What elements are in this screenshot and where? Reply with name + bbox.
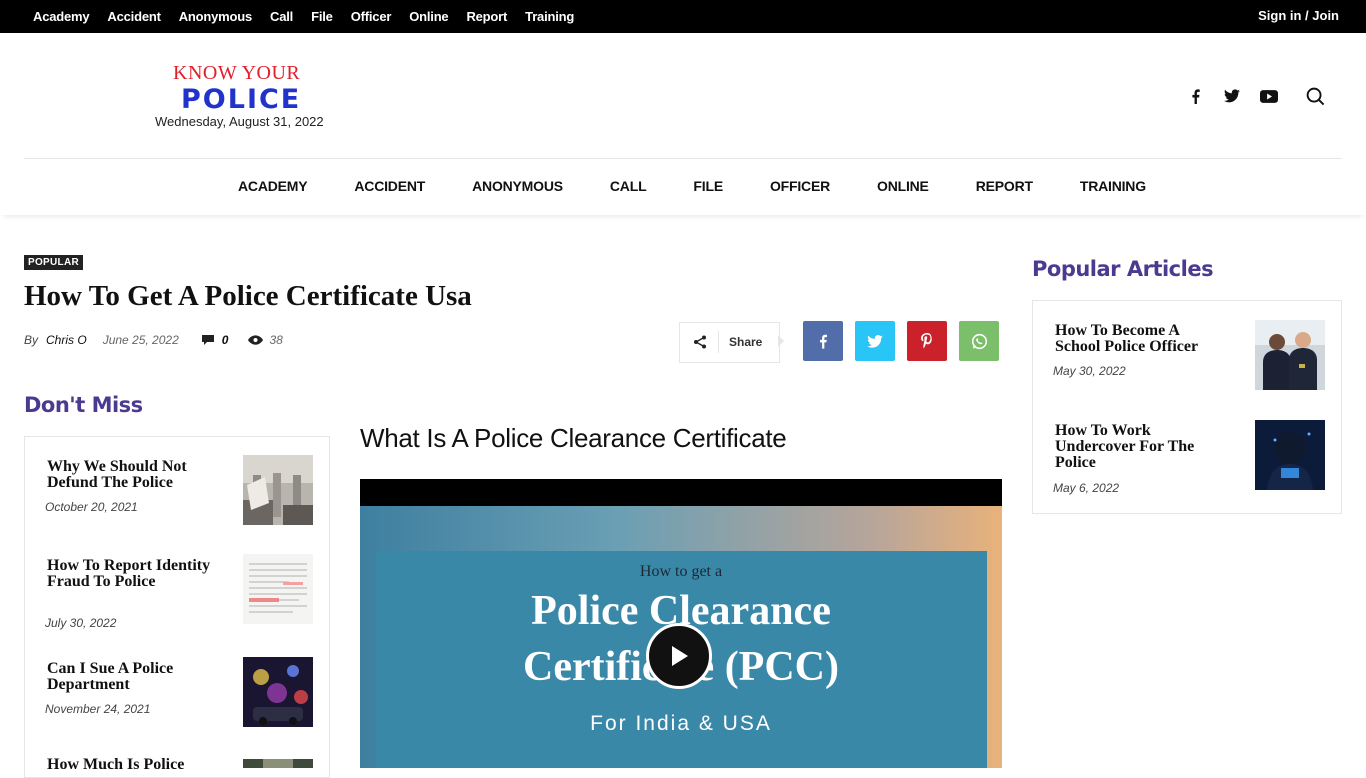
top-bar: Academy Accident Anonymous Call File Off… [0,0,1366,33]
by-label: By [24,333,39,347]
article-subheading: What Is A Police Clearance Certificate [360,423,787,453]
dont-miss-item-title[interactable]: How To Report Identity Fraud To Police [47,558,217,590]
article-title: How To Get A Police Certificate Usa [24,280,472,312]
popular-item-title[interactable]: How To Work Undercover For The Police [1055,423,1225,471]
share-box[interactable]: Share [679,322,780,363]
protest-thumbnail[interactable] [243,455,313,525]
category-badge[interactable]: POPULAR [24,255,83,270]
article-date: June 25, 2022 [102,333,179,347]
share-whatsapp-button[interactable] [959,321,999,361]
header-date: Wednesday, August 31, 2022 [155,114,324,129]
comment-icon[interactable] [201,335,214,345]
dont-miss-item-date: October 20, 2021 [45,500,138,514]
popular-item-title[interactable]: How To Become A School Police Officer [1055,323,1225,355]
top-nav-accident[interactable]: Accident [107,9,161,24]
nav-accident[interactable]: ACCIDENT [354,178,425,194]
video-text-line1: How to get a [639,563,723,580]
play-button-icon[interactable] [646,623,712,689]
dont-miss-item-date: November 24, 2021 [45,702,151,716]
dont-miss-heading: Don't Miss [24,393,143,417]
dont-miss-item-title[interactable]: Can I Sue A Police Department [47,661,217,693]
top-nav-academy[interactable]: Academy [33,9,90,24]
article-meta: By Chris O June 25, 2022 0 38 [24,333,283,347]
popular-item-date: May 30, 2022 [1053,364,1126,378]
top-nav-call[interactable]: Call [270,9,293,24]
share-arrow [778,335,784,347]
share-pinterest-button[interactable] [907,321,947,361]
street-thumbnail[interactable] [243,757,313,768]
top-nav-file[interactable]: File [311,9,333,24]
dont-miss-item-title[interactable]: How Much Is Police [47,757,217,773]
top-nav: Academy Accident Anonymous Call File Off… [33,0,574,33]
video-text-line4: For India & USA [590,712,772,735]
nav-officer[interactable]: OFFICER [770,178,830,194]
nav-academy[interactable]: ACADEMY [238,178,308,194]
view-count: 38 [269,333,283,347]
twitter-icon[interactable] [1222,86,1242,106]
top-nav-officer[interactable]: Officer [351,9,392,24]
top-nav-training[interactable]: Training [525,9,574,24]
top-nav-anonymous[interactable]: Anonymous [179,9,253,24]
top-nav-report[interactable]: Report [466,9,507,24]
comment-count[interactable]: 0 [222,333,229,347]
nav-online[interactable]: ONLINE [877,178,929,194]
popular-item-date: May 6, 2022 [1053,481,1120,495]
search-icon[interactable] [1305,86,1325,106]
nav-report[interactable]: REPORT [976,178,1033,194]
popular-articles-heading: Popular Articles [1032,257,1214,281]
share-divider [718,331,719,353]
officers-thumbnail[interactable] [1255,320,1325,390]
logo-line1[interactable]: KNOW YOUR [173,62,300,85]
share-facebook-button[interactable] [803,321,843,361]
youtube-icon[interactable] [1259,86,1279,106]
share-label: Share [729,335,763,349]
top-nav-online[interactable]: Online [409,9,448,24]
dont-miss-item-date: July 30, 2022 [45,616,117,630]
police-lights-thumbnail[interactable] [243,657,313,727]
facebook-icon[interactable] [1185,86,1205,106]
hooded-figure-thumbnail[interactable] [1255,420,1325,490]
signin-link[interactable]: Sign in / Join [1258,8,1339,23]
eye-icon [248,335,264,345]
nav-file[interactable]: FILE [693,178,723,194]
nav-call[interactable]: CALL [610,178,647,194]
form-document-thumbnail[interactable] [243,554,313,624]
share-twitter-button[interactable] [855,321,895,361]
author-link[interactable]: Chris O [46,333,87,347]
video-player[interactable]: How to get a Police Clearance Certificat… [360,479,1002,768]
share-icon [693,335,707,354]
nav-training[interactable]: TRAINING [1080,178,1146,194]
dont-miss-item-title[interactable]: Why We Should Not Defund The Police [47,459,217,491]
logo-line2[interactable]: POLICE [181,84,301,115]
main-nav: ACADEMY ACCIDENT ANONYMOUS CALL FILE OFF… [0,159,1366,215]
nav-anonymous[interactable]: ANONYMOUS [472,178,563,194]
